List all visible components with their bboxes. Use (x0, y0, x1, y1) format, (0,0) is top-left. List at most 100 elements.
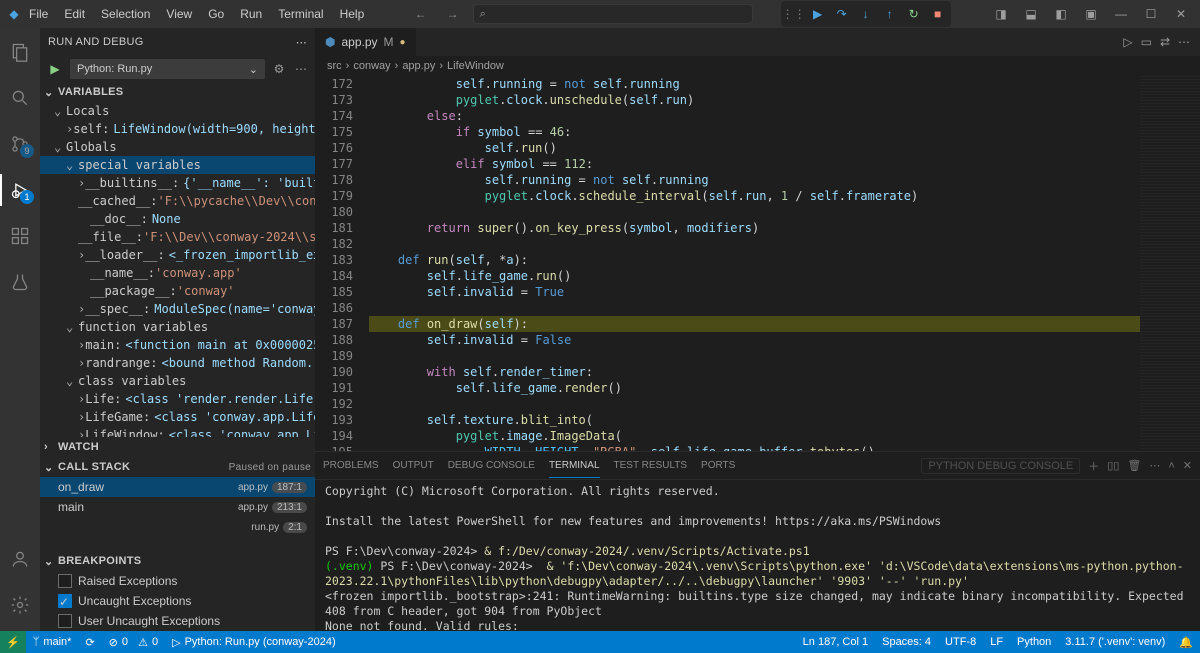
start-debug-button[interactable]: ▶ (46, 60, 64, 78)
restart-button[interactable]: ↻ (903, 3, 925, 25)
callstack-frame[interactable]: mainapp.py213:1 (40, 497, 315, 517)
globals-node[interactable]: ⌄Globals (40, 138, 315, 156)
source-control-tab[interactable]: 9 (0, 124, 40, 164)
drag-handle-icon[interactable]: ⋮⋮ (783, 3, 805, 25)
breakpoint-item[interactable]: ✓Uncaught Exceptions (40, 591, 315, 611)
git-branch[interactable]: ᛘ main* (26, 631, 79, 653)
continue-button[interactable]: ▶ (807, 3, 829, 25)
variables-header[interactable]: ⌄ VARIABLES (40, 82, 315, 102)
notifications-icon[interactable]: 🔔 (1172, 631, 1200, 653)
run-file-button[interactable]: ▷ (1123, 35, 1132, 49)
panel-tab-debug-console[interactable]: DEBUG CONSOLE (448, 454, 535, 477)
encoding[interactable]: UTF-8 (938, 631, 983, 653)
step-into-button[interactable]: ↓ (855, 3, 877, 25)
breadcrumb-item[interactable]: LifeWindow (447, 60, 504, 72)
gear-icon[interactable]: ⚙ (271, 61, 287, 77)
var-row[interactable]: __name__: 'conway.app' (40, 264, 315, 282)
callstack-frame[interactable]: run.py2:1 (40, 517, 315, 537)
split-terminal-button[interactable]: ▯▯ (1107, 453, 1119, 478)
indentation[interactable]: Spaces: 4 (875, 631, 938, 653)
problems-status[interactable]: ⊘ 0 ⚠ 0 (102, 631, 165, 653)
more-icon[interactable]: ⋯ (293, 61, 309, 77)
var-row[interactable]: ›Life: <class 'render.render.Life'> (40, 390, 315, 408)
cursor-position[interactable]: Ln 187, Col 1 (796, 631, 875, 653)
diff-button[interactable]: ⇄ (1160, 35, 1170, 49)
language-mode[interactable]: Python (1010, 631, 1058, 653)
checkbox[interactable] (58, 614, 72, 628)
panel-tab-test-results[interactable]: TEST RESULTS (614, 454, 688, 477)
watch-header[interactable]: › WATCH (40, 437, 315, 457)
command-center[interactable]: ⌕ (473, 4, 753, 24)
var-row[interactable]: ›__loader__: <_frozen_importlib_external… (40, 246, 315, 264)
window-maximize-button[interactable]: ☐ (1138, 1, 1164, 27)
var-row[interactable]: ›self: LifeWindow(width=900, height=900) (40, 120, 315, 138)
terminal[interactable]: Copyright (C) Microsoft Corporation. All… (315, 480, 1200, 631)
more-actions-icon[interactable]: ⋯ (1178, 35, 1190, 49)
run-debug-tab[interactable]: 1 (0, 170, 40, 210)
checkbox[interactable] (58, 574, 72, 588)
testing-tab[interactable] (0, 262, 40, 302)
var-row[interactable]: ›__builtins__: {'__name__': 'builtins', … (40, 174, 315, 192)
menu-terminal[interactable]: Terminal (271, 3, 330, 25)
breakpoints-header[interactable]: ⌄ BREAKPOINTS (40, 551, 315, 571)
menu-help[interactable]: Help (333, 3, 372, 25)
minimap[interactable] (1140, 76, 1200, 451)
step-out-button[interactable]: ↑ (879, 3, 901, 25)
menu-selection[interactable]: Selection (94, 3, 157, 25)
remote-indicator[interactable]: ⚡ (0, 631, 26, 653)
checkbox[interactable]: ✓ (58, 594, 72, 608)
panel-tab-terminal[interactable]: TERMINAL (549, 454, 600, 478)
panel-tab-problems[interactable]: PROBLEMS (323, 454, 379, 477)
breadcrumb-item[interactable]: app.py (402, 60, 435, 72)
breadcrumb-item[interactable]: conway (353, 60, 390, 72)
var-row[interactable]: ›__spec__: ModuleSpec(name='conway.app',… (40, 300, 315, 318)
var-row[interactable]: ›LifeGame: <class 'conway.app.LifeGame'> (40, 408, 315, 426)
var-row[interactable]: __package__: 'conway' (40, 282, 315, 300)
search-tab[interactable] (0, 78, 40, 118)
new-terminal-button[interactable]: ＋ (1088, 452, 1099, 480)
function-variables-node[interactable]: ⌄function variables (40, 318, 315, 336)
var-row[interactable]: ›LifeWindow: <class 'conway.app.LifeWind… (40, 426, 315, 437)
class-variables-node[interactable]: ⌄class variables (40, 372, 315, 390)
window-close-button[interactable]: ✕ (1168, 1, 1194, 27)
callstack-frame[interactable]: on_drawapp.py187:1 (40, 477, 315, 497)
stop-button[interactable]: ■ (927, 3, 949, 25)
extensions-tab[interactable] (0, 216, 40, 256)
eol[interactable]: LF (983, 631, 1010, 653)
python-interpreter[interactable]: 3.11.7 ('.venv': venv) (1058, 631, 1172, 653)
locals-node[interactable]: ⌄Locals (40, 102, 315, 120)
editor-tab[interactable]: ⬢ app.py M ● (315, 28, 417, 56)
customize-layout-icon[interactable]: ▣ (1078, 1, 1104, 27)
window-minimize-button[interactable]: — (1108, 1, 1134, 27)
breakpoint-item[interactable]: User Uncaught Exceptions (40, 611, 315, 631)
menu-edit[interactable]: Edit (57, 3, 92, 25)
menu-file[interactable]: File (22, 3, 55, 25)
code-area[interactable]: self.running = not self.running pyglet.c… (369, 76, 1140, 451)
accounts-button[interactable] (0, 539, 40, 579)
panel-maximize-button[interactable]: ˄ (1168, 454, 1174, 478)
kill-terminal-button[interactable]: 🗑 (1127, 453, 1141, 478)
debug-target[interactable]: ▷ Python: Run.py (conway-2024) (165, 631, 343, 653)
var-row[interactable]: __file__: 'F:\\Dev\\conway-2024\\src\\co… (40, 228, 315, 246)
breakpoint-item[interactable]: Raised Exceptions (40, 571, 315, 591)
panel-close-button[interactable]: ✕ (1183, 453, 1192, 478)
var-row[interactable]: ›randrange: <bound method Random.randran… (40, 354, 315, 372)
panel-tab-ports[interactable]: PORTS (701, 454, 735, 477)
nav-back-button[interactable]: ← (409, 5, 433, 23)
var-row[interactable]: __doc__: None (40, 210, 315, 228)
git-sync[interactable]: ⟳ (78, 631, 101, 653)
breadcrumb[interactable]: src›conway›app.py›LifeWindow (315, 56, 1200, 76)
config-select[interactable]: Python: Run.py ⌄ (70, 59, 265, 79)
nav-forward-button[interactable]: → (441, 5, 465, 23)
more-icon[interactable]: ⋯ (1149, 453, 1160, 478)
panel-tab-output[interactable]: OUTPUT (393, 454, 434, 477)
editor[interactable]: 1721731741751761771781791801811821831841… (315, 76, 1200, 451)
layout-toggle-bottom-icon[interactable]: ⬓ (1018, 1, 1044, 27)
layout-toggle-right-icon[interactable]: ◧ (1048, 1, 1074, 27)
settings-button[interactable] (0, 585, 40, 625)
more-actions-icon[interactable]: ⋯ (296, 36, 307, 49)
terminal-profile-select[interactable]: Python Debug Console (921, 458, 1080, 474)
menu-view[interactable]: View (159, 3, 199, 25)
layout-toggle-left-icon[interactable]: ◨ (988, 1, 1014, 27)
explorer-tab[interactable] (0, 32, 40, 72)
